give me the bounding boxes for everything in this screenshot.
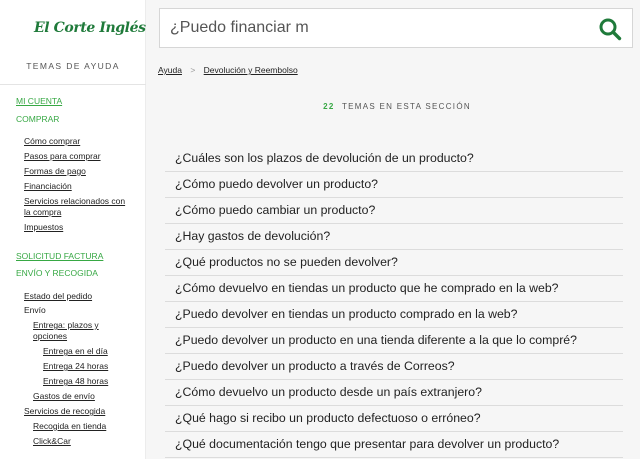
search-icon[interactable]	[598, 17, 622, 41]
brand-logo[interactable]: El Corte Inglés	[34, 13, 146, 43]
sidebar-item-entrega-48-horas[interactable]: Entrega 48 horas	[43, 376, 108, 387]
brand-logo-text: El Corte Inglés	[34, 20, 146, 36]
breadcrumb: Ayuda > Devolución y Reembolso	[158, 65, 298, 75]
question-item[interactable]: ¿Cómo puedo cambiar un producto?	[165, 198, 623, 224]
question-item[interactable]: ¿Cómo devuelvo en tiendas un producto qu…	[165, 276, 623, 302]
sidebar-category-solicitud-factura[interactable]: SOLICITUD FACTURA	[16, 251, 103, 262]
sidebar: El Corte Inglés TEMAS DE AYUDA MI CUENTA…	[0, 0, 146, 459]
breadcrumb-home-link[interactable]: Ayuda	[158, 65, 182, 75]
question-item[interactable]: ¿Cuáles son los plazos de devolución de …	[165, 146, 623, 172]
search-bar	[159, 8, 633, 48]
sidebar-item-financiacion[interactable]: Financiación	[24, 181, 72, 192]
topics-count-label: TEMAS EN ESTA SECCIÓN	[341, 102, 471, 111]
question-item[interactable]: ¿Puedo devolver en tiendas un producto c…	[165, 302, 623, 328]
sidebar-item-entrega-24-horas[interactable]: Entrega 24 horas	[43, 361, 108, 372]
search-input[interactable]	[160, 10, 580, 46]
breadcrumb-separator: >	[190, 65, 196, 75]
question-item[interactable]: ¿Hay gastos de devolución?	[165, 224, 623, 250]
sidebar-item-entrega-plazos[interactable]: Entrega: plazos y opciones	[33, 320, 123, 342]
sidebar-item-servicios-compra[interactable]: Servicios relacionados con la compra	[24, 196, 134, 218]
sidebar-item-servicios-recogida[interactable]: Servicios de recogida	[24, 406, 105, 417]
breadcrumb-current-link[interactable]: Devolución y Reembolso	[204, 65, 298, 75]
question-item[interactable]: ¿Puedo devolver un producto a través de …	[165, 354, 623, 380]
sidebar-divider	[0, 84, 146, 85]
sidebar-item-gastos-de-envio[interactable]: Gastos de envío	[33, 391, 95, 402]
topics-count-number: 22	[323, 102, 335, 111]
topics-count: 22 TEMAS EN ESTA SECCIÓN	[160, 102, 634, 111]
question-item[interactable]: ¿Qué hago si recibo un producto defectuo…	[165, 406, 623, 432]
sidebar-item-entrega-en-el-dia[interactable]: Entrega en el día	[43, 346, 108, 357]
sidebar-category-comprar[interactable]: COMPRAR	[16, 114, 59, 125]
sidebar-item-formas-de-pago[interactable]: Formas de pago	[24, 166, 86, 177]
sidebar-category-mi-cuenta[interactable]: MI CUENTA	[16, 96, 62, 107]
sidebar-category-envio-recogida[interactable]: ENVÍO Y RECOGIDA	[16, 268, 98, 279]
sidebar-item-click-car[interactable]: Click&Car	[33, 436, 71, 447]
question-item[interactable]: ¿Cómo devuelvo un producto desde un país…	[165, 380, 623, 406]
question-item[interactable]: ¿Cómo puedo devolver un producto?	[165, 172, 623, 198]
sidebar-item-pasos-para-comprar[interactable]: Pasos para comprar	[24, 151, 101, 162]
sidebar-item-estado-pedido[interactable]: Estado del pedido	[24, 291, 92, 302]
question-list: ¿Cuáles son los plazos de devolución de …	[165, 146, 623, 458]
sidebar-title: TEMAS DE AYUDA	[26, 61, 120, 71]
sidebar-item-recogida-en-tienda[interactable]: Recogida en tienda	[33, 421, 106, 432]
question-item[interactable]: ¿Qué productos no se pueden devolver?	[165, 250, 623, 276]
sidebar-item-envio[interactable]: Envío	[24, 305, 46, 316]
sidebar-item-como-comprar[interactable]: Cómo comprar	[24, 136, 80, 147]
question-item[interactable]: ¿Puedo devolver un producto en una tiend…	[165, 328, 623, 354]
sidebar-item-impuestos[interactable]: Impuestos	[24, 222, 63, 233]
question-item[interactable]: ¿Qué documentación tengo que presentar p…	[165, 432, 623, 458]
